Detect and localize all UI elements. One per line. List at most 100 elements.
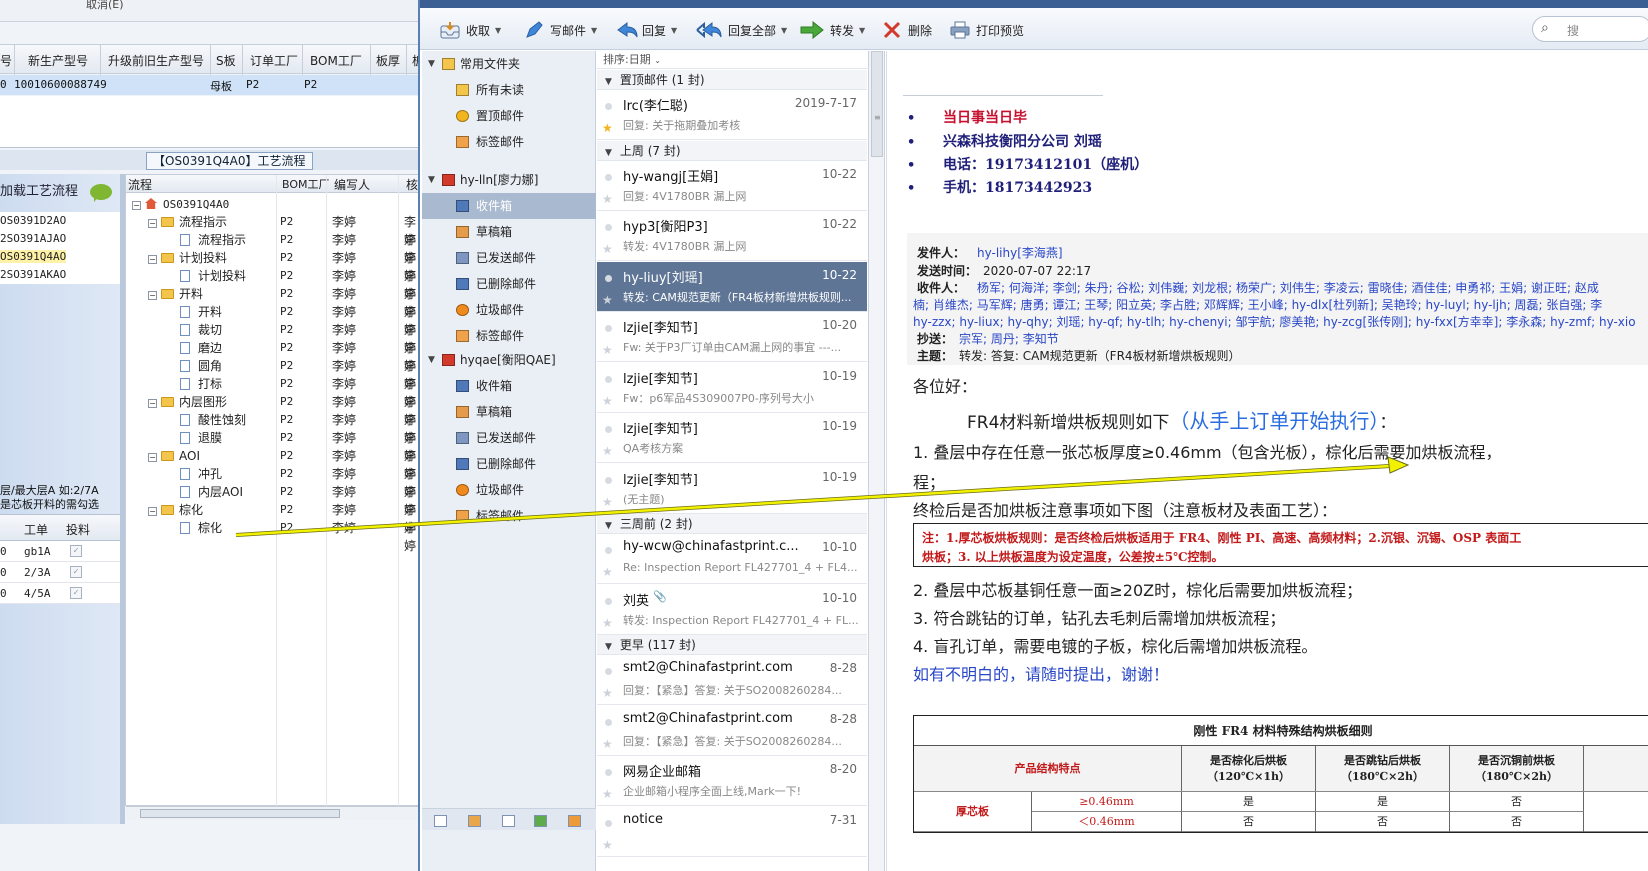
star-icon[interactable]: ★ <box>602 737 613 751</box>
reply-all-button[interactable]: 回复全部 ▼ <box>696 18 787 42</box>
star-icon[interactable]: ★ <box>602 444 613 458</box>
tree-expander-icon[interactable]: − <box>148 255 157 264</box>
process-list-item[interactable]: 2SO391AJAO <box>0 230 120 248</box>
grid-col-bom-factory[interactable]: BOM工厂 <box>310 52 362 69</box>
tree-node-doc[interactable]: 棕化 P2 李婷 李婷 <box>126 519 420 553</box>
compose-button[interactable]: 写邮件 ▼ <box>524 18 597 42</box>
star-icon[interactable]: ★ <box>602 293 613 307</box>
tree-node-doc[interactable]: 圆角 P2 李婷 李婷 <box>126 357 420 391</box>
tree-expander-icon[interactable]: − <box>148 219 157 228</box>
cancel-button-partial[interactable]: 取消(E) <box>86 0 124 12</box>
unread-dot-icon[interactable] <box>605 426 612 433</box>
tree-expander-icon[interactable]: − <box>148 291 157 300</box>
tree-node-doc[interactable]: 磨边 P2 李婷 李婷 <box>126 339 420 373</box>
star-icon[interactable]: ★ <box>602 394 613 408</box>
feed-checkbox[interactable]: ✓ <box>70 545 82 557</box>
table-row[interactable]: 0 gb1A ✓ <box>0 541 120 562</box>
tree-col-checker[interactable]: 核 <box>406 176 418 193</box>
star-icon[interactable]: ★ <box>602 495 613 509</box>
collapse-arrow-icon[interactable]: ▼ <box>428 51 435 77</box>
folder-item[interactable]: 收件箱 <box>422 193 596 219</box>
tree-node-folder[interactable]: − 棕化 P2 李婷 李婷 <box>126 501 420 535</box>
tree-node-doc[interactable]: 流程指示 P2 李婷 李婷 <box>126 231 420 265</box>
reply-button[interactable]: 回复 ▼ <box>616 18 677 42</box>
folder-item[interactable]: 已删除邮件 <box>422 271 596 297</box>
grid-col-order-factory[interactable]: 订单工厂 <box>250 52 298 69</box>
tree-horizontal-scrollbar[interactable] <box>126 806 420 820</box>
tree-expander-icon[interactable]: − <box>132 201 141 210</box>
message-group-header[interactable]: ▼ 上周 (7 封) <box>597 140 867 161</box>
message-item[interactable]: ★ 网易企业邮箱 8-20 企业邮箱小程序全面上线,Mark一下! <box>597 756 867 806</box>
notes-icon[interactable] <box>534 815 547 827</box>
unread-dot-icon[interactable] <box>605 476 612 484</box>
folder-item[interactable]: 标签邮件 <box>422 323 596 349</box>
star-icon[interactable]: ★ <box>602 838 613 852</box>
table-row[interactable]: 0 4/5A ✓ <box>0 583 120 604</box>
folder-item[interactable]: 已发送邮件 <box>422 425 596 451</box>
sender-link[interactable]: hy-lihy[李海燕] <box>977 246 1063 260</box>
search-input[interactable]: ⌕ 搜 <box>1532 16 1648 42</box>
tree-node-doc[interactable]: 酸性蚀刻 P2 李婷 李婷 <box>126 411 420 445</box>
folder-item[interactable]: ▼ 常用文件夹 <box>422 51 596 77</box>
tree-node-root[interactable]: − OS0391Q4A0 <box>126 195 420 213</box>
col-order[interactable]: 工单 <box>24 521 48 538</box>
print-preview-button[interactable]: 打印预览 <box>950 18 1024 42</box>
tree-col-bom-factory[interactable]: BOM工厂 <box>282 176 330 192</box>
message-item[interactable]: ★ smt2@Chinafastprint.com 8-28 回复：【紧急】答复: 关… <box>597 706 867 756</box>
mail-view-icon[interactable] <box>434 815 447 827</box>
grid-col-0[interactable]: 号 <box>0 52 12 69</box>
message-item[interactable]: ★ hyp3[衡阳P3] 10-22 转发: 4V1780BR 漏上网 <box>597 211 867 261</box>
message-item[interactable]: ★ lzjie[李知节] 10-19 QA考核方案 <box>597 413 867 463</box>
folder-item[interactable]: 置顶邮件 <box>422 103 596 129</box>
star-icon[interactable]: ★ <box>602 242 613 256</box>
unread-dot-icon[interactable] <box>605 224 612 231</box>
unread-dot-icon[interactable] <box>605 718 612 726</box>
folder-item[interactable]: 已发送邮件 <box>422 245 596 271</box>
message-group-header[interactable]: ▼ 三周前 (2 封) <box>597 514 867 534</box>
tree-node-folder[interactable]: − 流程指示 P2 李婷 李婷 <box>126 213 420 247</box>
message-item[interactable]: ★ hy-wcw@chinafastprint.c... 10-10 Re: Insp… <box>597 534 867 584</box>
unread-dot-icon[interactable] <box>605 668 612 675</box>
comment-bubble-icon[interactable] <box>90 184 112 202</box>
message-item[interactable]: ★ notice 7-31 <box>597 807 867 857</box>
message-group-header[interactable]: ▼ 置顶邮件 (1 封) <box>597 70 867 90</box>
tree-col-writer[interactable]: 编写人 <box>334 176 370 193</box>
col-feed[interactable]: 投料 <box>66 521 90 538</box>
sort-dropdown[interactable]: 排序:日期 ⌄ <box>597 51 869 69</box>
folder-item[interactable]: 已删除邮件 <box>422 451 596 477</box>
collapse-arrow-icon[interactable]: ▼ <box>428 167 435 193</box>
unread-dot-icon[interactable] <box>605 819 612 827</box>
unread-dot-icon[interactable] <box>605 103 612 110</box>
receive-button[interactable]: 收取 ▼ <box>440 18 501 42</box>
star-icon[interactable]: ★ <box>602 121 613 135</box>
folder-item[interactable]: 垃圾邮件 <box>422 297 596 323</box>
star-icon[interactable]: ★ <box>602 787 613 801</box>
unread-dot-icon[interactable] <box>605 375 612 383</box>
star-icon[interactable]: ★ <box>602 343 613 357</box>
message-item[interactable]: ★ hy-liuy[刘瑶] 10-22 转发: CAM规范更新（FR4板材新增烘板规则… <box>597 261 867 312</box>
message-item[interactable]: ★ lzjie[李知节] 10-19 (无主题) <box>597 464 867 514</box>
tree-node-folder[interactable]: − 计划投料 P2 李婷 李婷 <box>126 249 420 283</box>
grid-col-new-model[interactable]: 新生产型号 <box>28 52 88 69</box>
folder-item[interactable]: 所有未读 <box>422 77 596 103</box>
grid-col-thickness[interactable]: 板厚 <box>376 52 400 69</box>
grid-col-s-board[interactable]: S板 <box>216 52 236 69</box>
load-process-label[interactable]: 加载工艺流程 <box>0 180 78 199</box>
collapse-arrow-icon[interactable]: ▼ <box>428 347 435 373</box>
rss-icon[interactable] <box>568 815 581 827</box>
unread-dot-icon[interactable] <box>605 547 612 554</box>
folder-item[interactable]: 草稿箱 <box>422 399 596 425</box>
message-item[interactable]: ★ 刘英 10-10 转发: Inspection Report FL427701_4… <box>597 585 867 635</box>
star-icon[interactable]: ★ <box>602 686 613 700</box>
unread-dot-icon[interactable] <box>605 325 612 332</box>
tree-node-folder[interactable]: − AOI P2 李婷 李婷 <box>126 447 420 481</box>
tree-expander-icon[interactable]: − <box>148 507 157 516</box>
folder-item[interactable]: 垃圾邮件 <box>422 477 596 503</box>
folder-item[interactable]: 标签邮件 <box>422 129 596 155</box>
message-list-scrollbar[interactable]: ≡ <box>869 51 885 871</box>
star-icon[interactable]: ★ <box>602 565 613 579</box>
folder-item[interactable]: ▼ hyqae[衡阳QAE] <box>422 347 596 373</box>
folder-item[interactable]: 收件箱 <box>422 373 596 399</box>
message-item[interactable]: ★ lrc(李仁聪) 2019-7-17 回复: 关于拖期叠加考核 <box>597 90 867 140</box>
product-grid-row[interactable]: 0 10010600088749 母板 P2 P2 <box>0 75 420 95</box>
